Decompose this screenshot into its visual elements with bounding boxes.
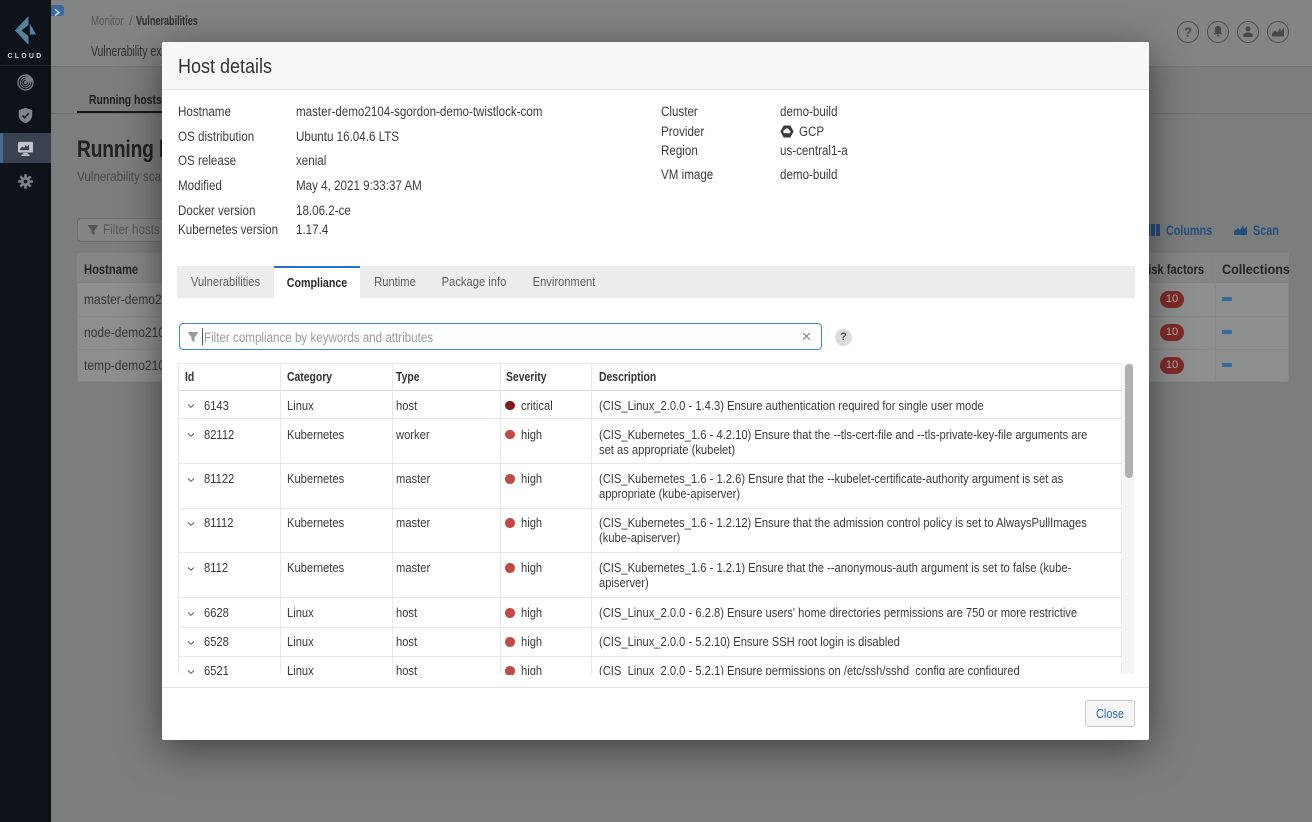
svg-text:?: ? xyxy=(1184,25,1192,40)
